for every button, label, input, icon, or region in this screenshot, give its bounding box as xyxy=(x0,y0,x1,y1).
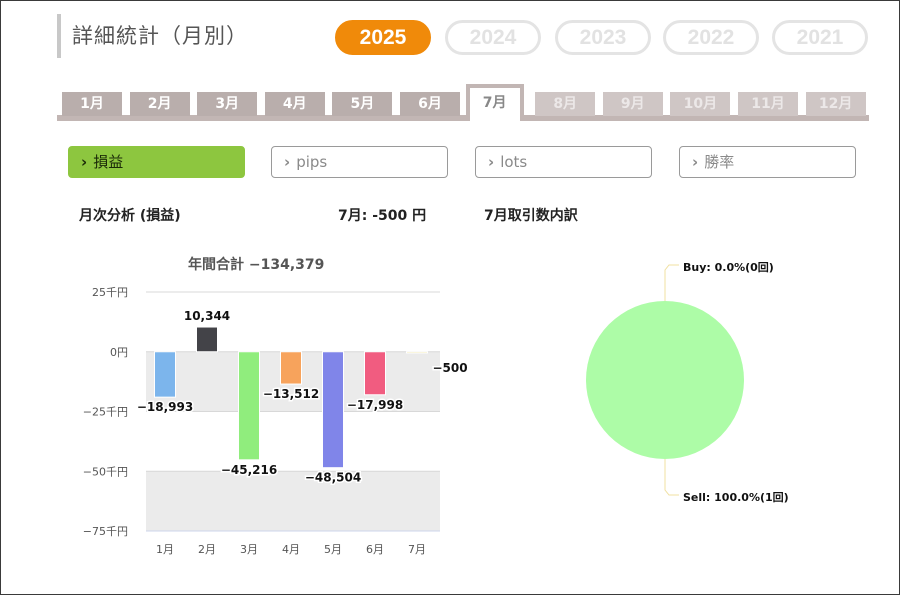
chevron-right-icon: › xyxy=(81,153,88,171)
year-button-2025[interactable]: 2025 xyxy=(335,20,431,55)
metric-button-2[interactable]: › pips xyxy=(271,146,448,178)
title-accent-bar xyxy=(57,14,61,58)
trade-breakdown-heading: 7月取引数内訳 xyxy=(484,208,578,224)
chevron-right-icon: › xyxy=(692,153,699,171)
chevron-right-icon: › xyxy=(284,153,291,171)
metric-label: 勝率 xyxy=(704,153,735,171)
month-tab-10[interactable]: 10月 xyxy=(670,92,731,116)
month-tab-3[interactable]: 3月 xyxy=(197,92,258,116)
month-tab-8[interactable]: 8月 xyxy=(535,92,596,116)
metric-label: lots xyxy=(500,153,528,171)
month-tab-1[interactable]: 1月 xyxy=(62,92,122,116)
metric-label: 損益 xyxy=(93,153,124,171)
month-tab-11[interactable]: 11月 xyxy=(738,92,798,116)
month-tab-4[interactable]: 4月 xyxy=(264,92,325,116)
bar-chart-title: 年間合計 −134,379 xyxy=(188,257,325,273)
current-month-value: 7月: -500 円 xyxy=(338,208,427,224)
month-tab-12[interactable]: 12月 xyxy=(805,92,866,116)
year-button-2021[interactable]: 2021 xyxy=(772,20,868,55)
metric-button-1[interactable]: › 損益 xyxy=(68,146,245,178)
month-tab-6[interactable]: 6月 xyxy=(400,92,460,116)
metric-button-3[interactable]: › lots xyxy=(475,146,652,178)
metric-label: pips xyxy=(296,153,328,171)
month-tab-5[interactable]: 5月 xyxy=(332,92,393,116)
monthly-analysis-heading: 月次分析 (損益) xyxy=(79,208,181,224)
month-tab-2[interactable]: 2月 xyxy=(129,92,190,116)
month-tab-9[interactable]: 9月 xyxy=(602,92,663,116)
year-button-2022[interactable]: 2022 xyxy=(663,20,759,55)
year-button-2023[interactable]: 2023 xyxy=(555,20,651,55)
month-tab-7[interactable]: 7月 xyxy=(465,84,524,121)
year-button-2024[interactable]: 2024 xyxy=(445,20,541,55)
page-frame xyxy=(0,0,900,595)
page-title: 詳細統計（月別） xyxy=(72,24,248,48)
metric-button-4[interactable]: › 勝率 xyxy=(679,146,856,178)
chevron-right-icon: › xyxy=(488,153,495,171)
